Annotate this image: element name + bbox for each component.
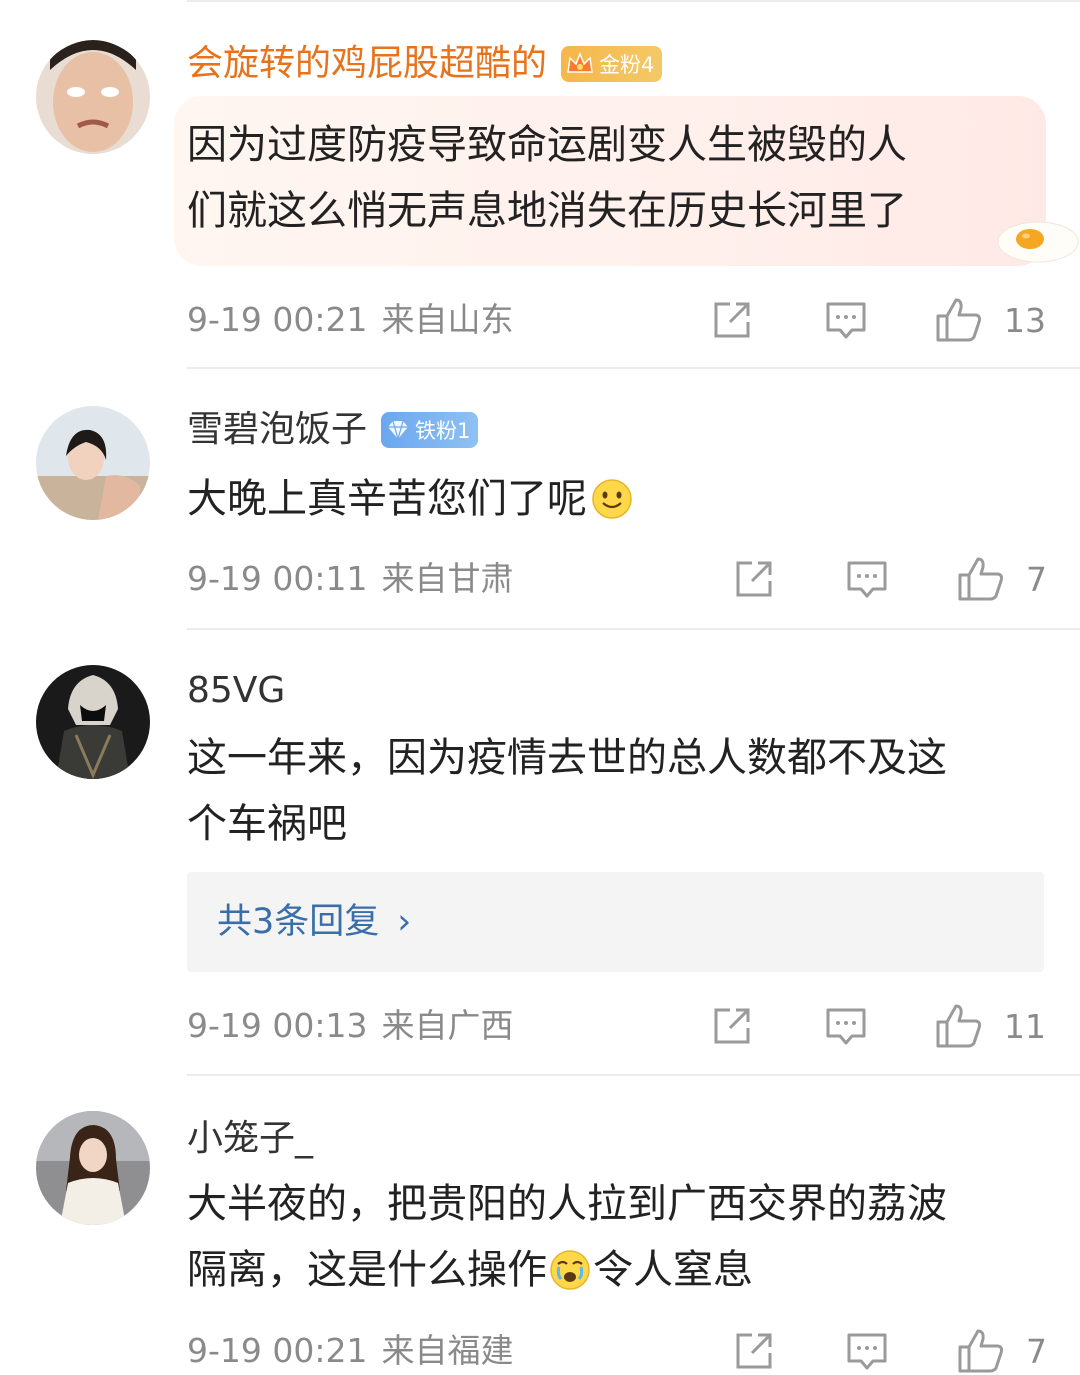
comment-item: 85VG 这一年来，因为疫情去世的总人数都不及这 个车祸吧 共3条回复 › 9-1… [0,629,1080,1074]
comment-text: 这一年来，因为疫情去世的总人数都不及这 个车祸吧 [187,725,947,857]
share-button[interactable] [730,555,778,603]
badge-label: 金粉4 [599,53,655,77]
like-button[interactable]: 11 [934,1002,1046,1050]
comment-text-segment: 令人窒息 [593,1247,753,1293]
like-button[interactable]: 7 [956,555,1047,603]
comment-meta: 9-19 00:21 来自福建 [187,1329,514,1373]
author-line: 雪碧泡饭子 铁粉1 [187,404,479,456]
comment-text: 因为过度防疫导致命运剧变人生被毁的人 们就这么悄无声息地消失在历史长河里了 [187,112,907,244]
reply-button[interactable] [843,1327,891,1375]
like-count: 13 [1004,300,1046,340]
share-icon [736,1333,772,1369]
author-name[interactable]: 85VG [187,665,285,717]
comment-icon [826,1008,866,1045]
comment-text-line: 大晚上真辛苦您们了呢 [187,476,587,522]
author-line: 会旋转的鸡屁股超酷的 金粉4 [187,38,663,90]
avatar[interactable] [36,406,150,520]
avatar[interactable] [36,1111,150,1225]
comment-meta: 9-19 00:11 来自甘肃 [187,557,514,601]
chevron-right-icon: › [397,902,412,942]
share-icon [736,561,772,597]
share-button[interactable] [708,296,756,344]
comment-text: 大晚上真辛苦您们了呢 [187,466,633,532]
like-icon [958,1329,1004,1373]
author-line: 小笼子_ [187,1113,313,1165]
comment-text-line: 因为过度防疫导致命运剧变人生被毁的人 [187,122,907,168]
comment-text-line: 这一年来，因为疫情去世的总人数都不及这 [187,735,947,781]
crown-icon [567,51,593,73]
view-replies-link[interactable]: 共3条回复 › [217,898,411,946]
author-name[interactable]: 小笼子_ [187,1113,313,1165]
comment-time: 9-19 00:21 [187,300,368,339]
like-count: 7 [1026,1331,1047,1371]
comment-location: 来自广西 [381,1006,514,1045]
reply-button[interactable] [822,1002,870,1050]
share-button[interactable] [708,1002,756,1050]
comment-meta: 9-19 00:21 来自山东 [187,298,514,342]
like-icon [936,1004,982,1048]
avatar[interactable] [36,40,150,154]
fan-badge[interactable]: 金粉4 [561,46,663,82]
comment-icon [847,561,887,598]
comment-text-line: 们就这么悄无声息地消失在历史长河里了 [187,188,907,234]
comment-location: 来自甘肃 [381,559,514,598]
share-button[interactable] [730,1327,778,1375]
diamond-icon [388,420,409,442]
comment-icon [826,302,866,339]
comment-text: 大半夜的，把贵阳的人拉到广西交界的荔波 隔离，这是什么操作 令人窒息 [187,1171,947,1303]
like-button[interactable]: 13 [934,296,1046,344]
comment-text-line: 隔离，这是什么操作 令人窒息 [187,1237,947,1303]
reply-button[interactable] [822,296,870,344]
comment-text-segment: 隔离，这是什么操作 [187,1247,547,1293]
comment-item: 会旋转的鸡屁股超酷的 金粉4 因为过度防疫导致命运剧变人生被毁的人 们就这么悄无… [0,0,1080,370]
share-icon [714,1008,750,1044]
like-count: 7 [1026,559,1047,599]
cry-emoji-icon [550,1250,590,1290]
reply-button[interactable] [843,555,891,603]
fan-badge[interactable]: 铁粉1 [381,412,479,448]
comment-time: 9-19 00:21 [187,1331,368,1370]
fried-egg-decoration [997,221,1079,263]
like-count: 11 [1004,1006,1046,1046]
comment-text-line: 个车祸吧 [187,801,347,847]
comment-item: 雪碧泡饭子 铁粉1 大晚上真辛苦您们了呢 9-19 00:11 来自甘肃 7 [0,368,1080,628]
like-button[interactable]: 7 [956,1327,1047,1375]
comment-item: 小笼子_ 大半夜的，把贵阳的人拉到广西交界的荔波 隔离，这是什么操作 令人窒息 … [0,1075,1080,1373]
share-icon [714,302,750,338]
like-icon [958,557,1004,601]
badge-label: 铁粉1 [415,419,471,443]
comment-location: 来自福建 [381,1331,514,1370]
comment-meta: 9-19 00:13 来自广西 [187,1004,514,1048]
replies-count-label: 共3条回复 [217,902,380,942]
author-line: 85VG [187,665,285,717]
like-icon [936,298,982,342]
comment-text-line: 大半夜的，把贵阳的人拉到广西交界的荔波 [187,1181,947,1227]
avatar[interactable] [36,665,150,779]
comment-time: 9-19 00:13 [187,1006,368,1045]
author-name[interactable]: 雪碧泡饭子 [187,404,367,456]
comment-location: 来自山东 [381,300,514,339]
author-name[interactable]: 会旋转的鸡屁股超酷的 [187,38,547,90]
comment-time: 9-19 00:11 [187,559,368,598]
smile-emoji-icon [592,479,632,519]
replies-box[interactable]: 共3条回复 › [187,872,1044,972]
comment-icon [847,1333,887,1370]
